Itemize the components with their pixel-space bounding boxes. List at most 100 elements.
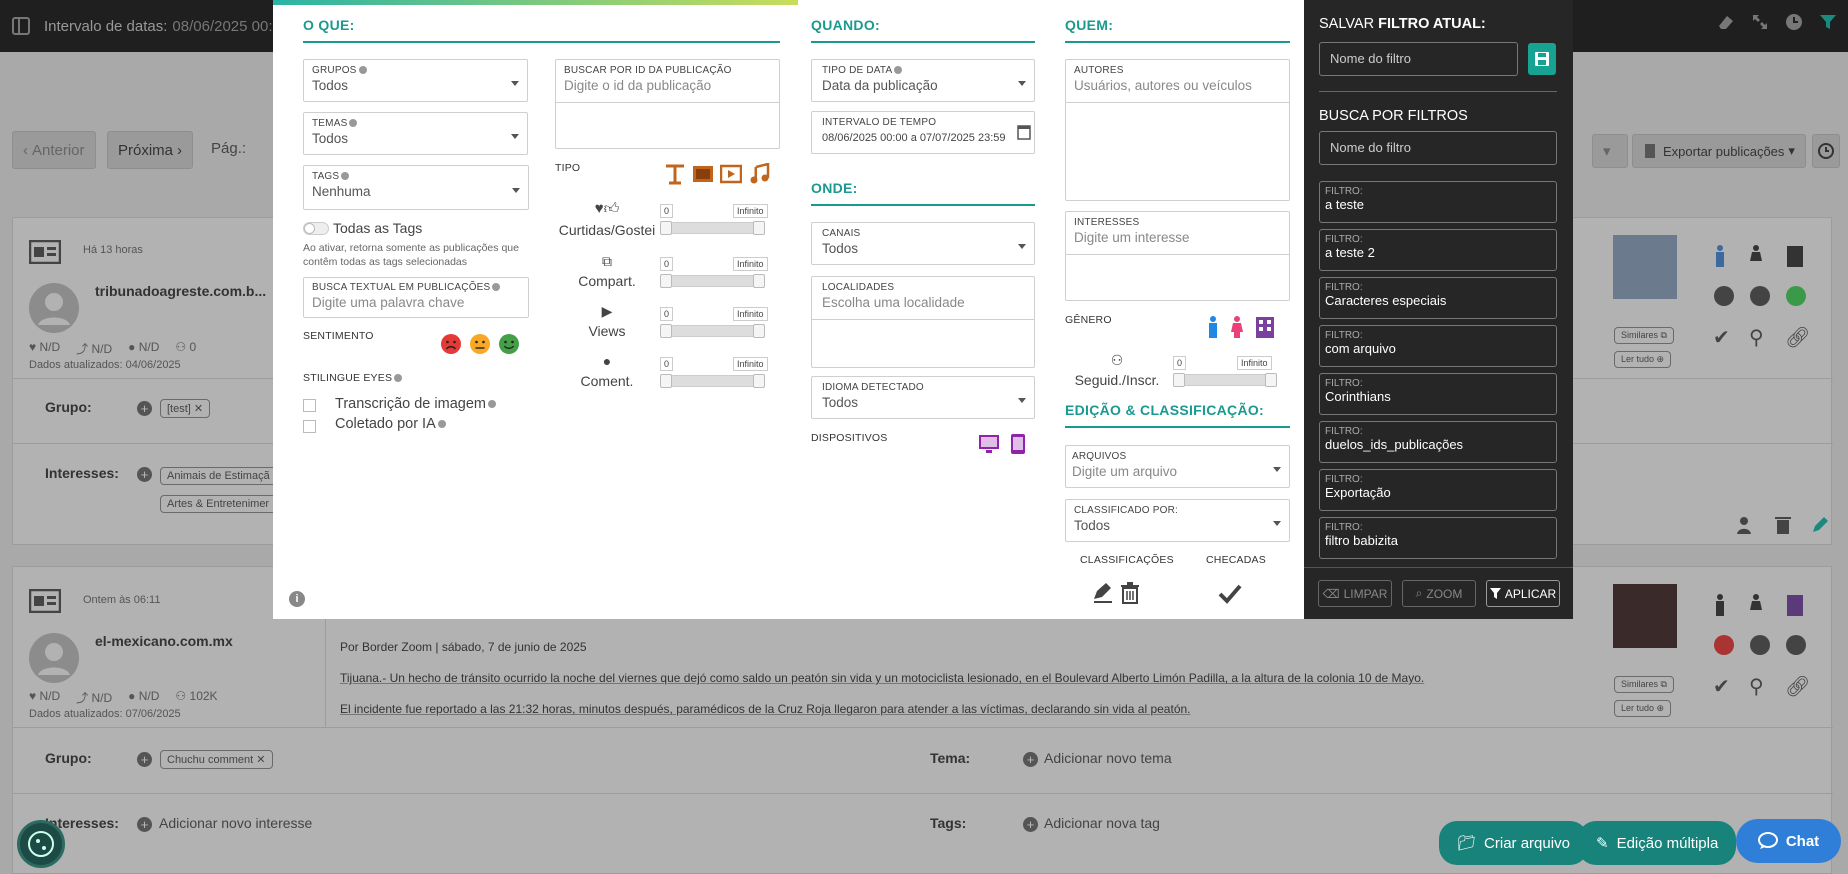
followers-slider[interactable] <box>1173 373 1277 387</box>
expand-icon[interactable] <box>1750 12 1770 32</box>
trash-icon[interactable] <box>1774 515 1792 535</box>
add-tag-icon[interactable]: + <box>1023 817 1038 832</box>
saved-filter-item[interactable]: FILTRO: filtro babizita <box>1319 517 1557 559</box>
shares-max[interactable]: Infinito <box>733 257 768 271</box>
history-button[interactable] <box>1812 134 1840 168</box>
saved-filter-item[interactable]: FILTRO: a teste <box>1319 181 1557 223</box>
eraser-icon[interactable] <box>1716 12 1736 32</box>
slider-handle[interactable] <box>660 374 672 388</box>
female-icon[interactable] <box>1749 594 1785 616</box>
comments-min[interactable]: 0 <box>660 357 674 371</box>
read-all-button[interactable]: Ler tudo ⊕ <box>1614 700 1672 717</box>
sad-icon[interactable] <box>1713 634 1749 656</box>
clear-button[interactable]: ⌫ LIMPAR <box>1318 580 1392 607</box>
neutral-face-icon[interactable] <box>469 333 491 355</box>
slider-handle[interactable] <box>753 324 765 338</box>
user-block-icon[interactable] <box>1736 515 1756 535</box>
apply-button[interactable]: APLICAR <box>1486 580 1560 607</box>
saved-filter-item[interactable]: FILTRO: Caracteres especiais <box>1319 277 1557 319</box>
pencil-icon[interactable] <box>1810 515 1830 535</box>
id-search-field[interactable]: BUSCAR POR ID DA PUBLICAÇÃO Digite o id … <box>555 59 780 149</box>
date-range-value[interactable]: 08/06/2025 00:0 <box>172 18 280 35</box>
slider-handle[interactable] <box>753 374 765 388</box>
link-icon[interactable]: 🔗︎ <box>1785 325 1821 350</box>
similar-button[interactable]: Similares ⧉ <box>1614 676 1674 693</box>
slider-handle[interactable] <box>753 221 765 235</box>
happy-icon[interactable] <box>1785 634 1821 656</box>
check-icon[interactable]: ✔ <box>1713 325 1749 350</box>
shares-slider[interactable] <box>660 274 765 288</box>
sad-icon[interactable] <box>1713 285 1749 307</box>
chat-button[interactable]: Chat <box>1736 819 1841 863</box>
calendar-icon[interactable] <box>1017 124 1031 140</box>
building-icon[interactable] <box>1785 245 1821 267</box>
add-group-icon[interactable]: + <box>137 401 152 416</box>
organization-icon[interactable] <box>1255 316 1275 338</box>
interest-chip[interactable]: Animais de Estimaçã <box>160 467 277 485</box>
comments-slider[interactable] <box>660 374 765 388</box>
locations-field[interactable]: LOCALIDADES Escolha uma localidade <box>811 276 1035 368</box>
tags-select[interactable]: TAGS Nenhuma <box>303 165 529 210</box>
post-thumbnail[interactable] <box>1613 235 1677 299</box>
slider-handle[interactable] <box>660 221 672 235</box>
post-thumbnail[interactable] <box>1613 584 1677 648</box>
add-interest-icon[interactable]: + <box>137 817 152 832</box>
image-type-icon[interactable] <box>692 163 714 185</box>
layout-icon[interactable] <box>12 17 30 35</box>
create-file-button[interactable]: 📁︎ Criar arquivo <box>1439 821 1588 865</box>
similar-button[interactable]: Similares ⧉ <box>1614 327 1674 344</box>
multi-edit-button[interactable]: ✎ Edição múltipla <box>1578 821 1737 865</box>
slider-handle[interactable] <box>660 324 672 338</box>
previous-button[interactable]: ‹ Anterior <box>12 131 96 169</box>
shares-min[interactable]: 0 <box>660 257 674 271</box>
dropdown-stub[interactable]: ▾ <box>1592 134 1628 168</box>
themes-select[interactable]: TEMAS Todos <box>303 112 528 155</box>
check-icon[interactable]: ✔ <box>1713 674 1749 699</box>
ai-collected-checkbox[interactable] <box>303 420 316 433</box>
mobile-icon[interactable] <box>1010 433 1026 455</box>
negative-face-icon[interactable] <box>440 333 462 355</box>
trash-icon[interactable] <box>1120 582 1140 604</box>
male-icon[interactable] <box>1713 594 1749 616</box>
neutral-icon[interactable] <box>1749 285 1785 307</box>
interest-chip[interactable]: Artes & Entretenimer <box>160 495 277 513</box>
saved-filter-item[interactable]: FILTRO: Corinthians <box>1319 373 1557 415</box>
language-select[interactable]: IDIOMA DETECTADO Todos <box>811 376 1035 419</box>
happy-icon[interactable] <box>1785 285 1821 307</box>
positive-face-icon[interactable] <box>498 333 520 355</box>
export-button[interactable]: Exportar publicações ▾ <box>1632 134 1806 168</box>
authors-field[interactable]: AUTORES Usuários, autores ou veículos <box>1065 59 1290 201</box>
desktop-icon[interactable] <box>978 433 1000 455</box>
saved-filter-item[interactable]: FILTRO: duelos_ids_publicações <box>1319 421 1557 463</box>
save-filter-name-input[interactable]: Nome do filtro <box>1319 42 1518 76</box>
post-source[interactable]: tribunadoagreste.com.b... <box>95 283 266 299</box>
add-group-icon[interactable]: + <box>137 752 152 767</box>
info-icon[interactable]: i <box>289 591 305 607</box>
likes-slider[interactable] <box>660 221 765 235</box>
male-icon[interactable] <box>1713 245 1749 267</box>
text-search-field[interactable]: BUSCA TEXTUAL EM PUBLICAÇÕES Digite uma … <box>303 277 529 318</box>
save-filter-button[interactable] <box>1528 43 1556 75</box>
likes-max[interactable]: Infinito <box>733 204 768 218</box>
zoom-button[interactable]: ⌕ ZOOM <box>1402 580 1476 607</box>
male-icon[interactable] <box>1207 316 1219 338</box>
time-interval-field[interactable]: INTERVALO DE TEMPO 08/06/2025 00:00 a 07… <box>811 111 1035 154</box>
pin-icon[interactable]: ⚲ <box>1749 325 1785 350</box>
views-slider[interactable] <box>660 324 765 338</box>
clock-icon[interactable] <box>1784 12 1804 32</box>
cookie-button[interactable] <box>17 820 65 868</box>
classified-by-select[interactable]: CLASSIFICADO POR: Todos <box>1065 499 1290 542</box>
next-button[interactable]: Próxima › <box>107 131 194 169</box>
group-chip[interactable]: Chuchu comment ✕ <box>160 750 273 769</box>
pin-icon[interactable]: ⚲ <box>1749 674 1785 699</box>
followers-max[interactable]: Infinito <box>1237 356 1272 370</box>
likes-min[interactable]: 0 <box>660 204 674 218</box>
female-icon[interactable] <box>1231 316 1243 338</box>
post-source[interactable]: el-mexicano.com.mx <box>95 633 233 649</box>
pencil-icon[interactable] <box>1092 582 1114 604</box>
interests-field[interactable]: INTERESSES Digite um interesse <box>1065 211 1290 301</box>
followers-min[interactable]: 0 <box>1173 356 1187 370</box>
files-select[interactable]: ARQUIVOS Digite um arquivo <box>1065 445 1290 488</box>
date-type-select[interactable]: TIPO DE DATA Data da publicação <box>811 59 1035 102</box>
views-min[interactable]: 0 <box>660 307 674 321</box>
